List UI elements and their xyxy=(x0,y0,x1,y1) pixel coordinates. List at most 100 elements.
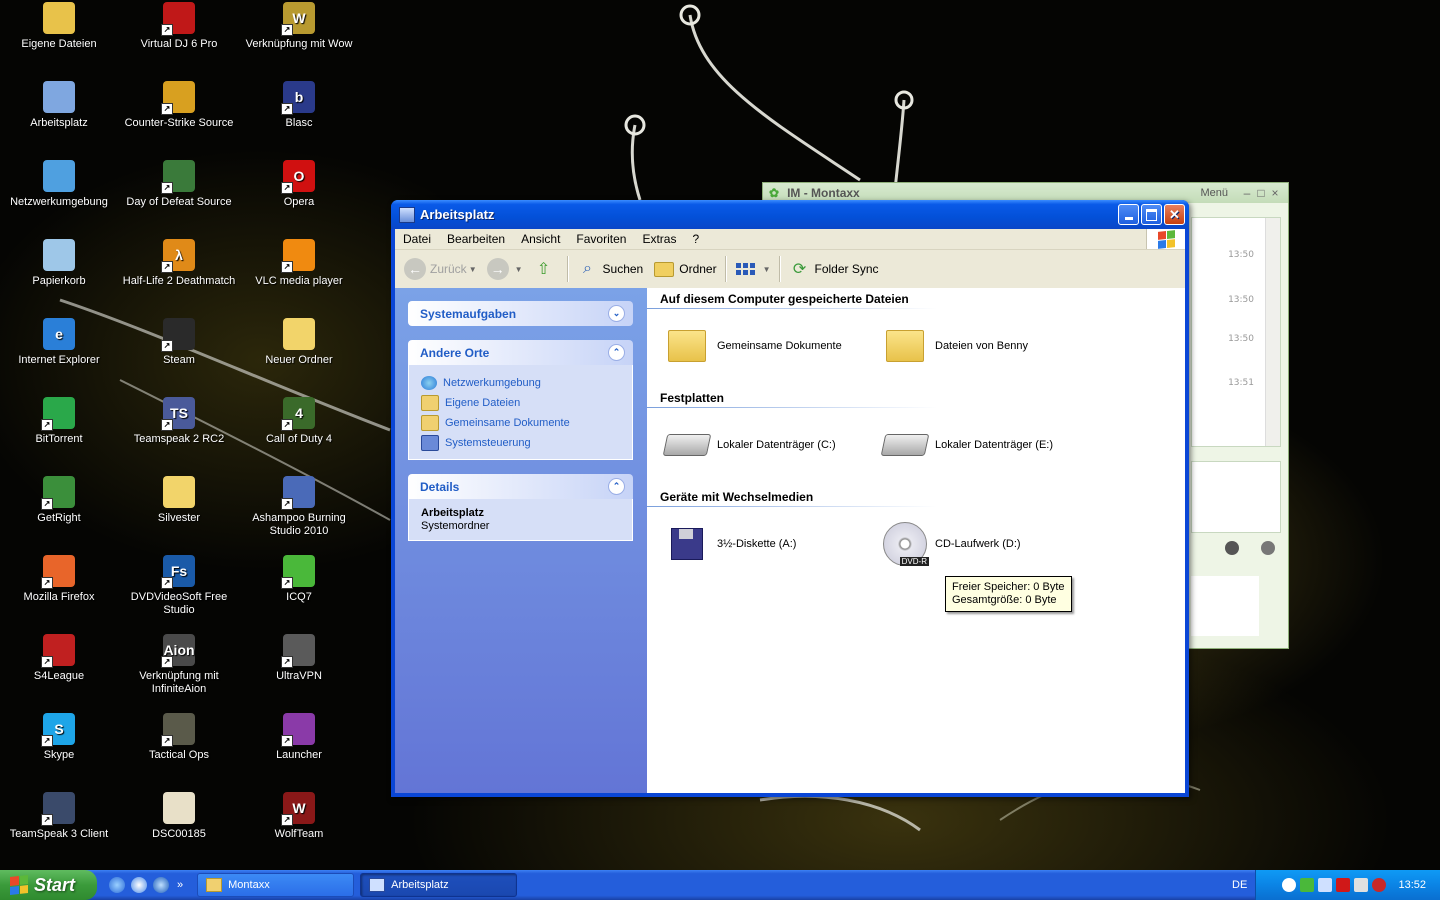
desktop-icon[interactable]: O ↗ Opera xyxy=(240,160,358,209)
shortcut-arrow-icon: ↗ xyxy=(161,577,173,589)
desktop-icon[interactable]: Aion ↗ Verknüpfung mit InfiniteAion xyxy=(120,634,238,696)
taskbar-button-arbeitsplatz[interactable]: Arbeitsplatz xyxy=(360,873,518,897)
minimize-button[interactable] xyxy=(1118,204,1139,225)
im-maximize-button[interactable]: □ xyxy=(1254,186,1268,200)
item-shared-documents[interactable]: Gemeinsame Dokumente xyxy=(665,324,842,368)
im-chat-area[interactable]: 13:50 13:50 13:50 13:51 xyxy=(1191,217,1281,447)
desktop-icon-label: Internet Explorer xyxy=(18,354,100,366)
desktop-icon[interactable]: e Internet Explorer xyxy=(0,318,118,367)
item-cd-drive[interactable]: DVD-R CD-Laufwerk (D:) xyxy=(883,522,1021,566)
desktop-icon[interactable]: ↗ GetRight xyxy=(0,476,118,525)
chevron-up-icon[interactable]: ⌃ xyxy=(608,478,625,495)
desktop-icon[interactable]: S ↗ Skype xyxy=(0,713,118,762)
desktop-icon[interactable]: W ↗ WolfTeam xyxy=(240,792,358,841)
link-control-panel[interactable]: Systemsteuerung xyxy=(421,433,622,453)
system-tasks-header[interactable]: Systemaufgaben ⌄ xyxy=(408,301,633,326)
desktop-icon[interactable]: 4 ↗ Call of Duty 4 xyxy=(240,397,358,446)
chevron-up-icon[interactable]: ⌃ xyxy=(608,344,625,361)
quick-launch-more-icon[interactable]: » xyxy=(177,879,183,891)
desktop-icon[interactable]: Netzwerkumgebung xyxy=(0,160,118,209)
back-button[interactable]: ← Zurück ▼ xyxy=(399,254,482,284)
link-my-documents[interactable]: Eigene Dateien xyxy=(421,393,622,413)
im-close-button[interactable]: × xyxy=(1268,186,1282,200)
desktop-icon[interactable]: ↗ Virtual DJ 6 Pro xyxy=(120,2,238,51)
desktop-icon[interactable]: W ↗ Verknüpfung mit Wow xyxy=(240,2,358,51)
desktop-icon[interactable]: ↗ Counter-Strike Source xyxy=(120,81,238,130)
desktop-icon[interactable]: ↗ Day of Defeat Source xyxy=(120,160,238,209)
language-indicator[interactable]: DE xyxy=(1232,879,1247,891)
close-button[interactable]: ✕ xyxy=(1164,204,1185,225)
desktop-icon[interactable]: ↗ TeamSpeak 3 Client xyxy=(0,792,118,841)
desktop-icon[interactable]: λ ↗ Half-Life 2 Deathmatch xyxy=(120,239,238,288)
volume-tray-icon[interactable] xyxy=(1354,878,1369,892)
tray-expand-icon[interactable] xyxy=(1282,878,1297,892)
item-benny-files[interactable]: Dateien von Benny xyxy=(883,324,1028,368)
quick-launch-ie-icon[interactable] xyxy=(153,877,169,893)
menu-file[interactable]: Datei xyxy=(395,232,439,246)
desktop-icon[interactable]: Neuer Ordner xyxy=(240,318,358,367)
folders-button[interactable]: Ordner xyxy=(648,254,721,284)
folder-sync-button[interactable]: ⟳ Folder Sync xyxy=(784,254,884,284)
item-drive-e[interactable]: Lokaler Datenträger (E:) xyxy=(880,423,1053,467)
im-minimize-button[interactable]: – xyxy=(1240,186,1254,200)
up-folder-button[interactable]: ⇧ xyxy=(528,254,564,284)
other-places-header[interactable]: Andere Orte ⌃ xyxy=(408,340,633,365)
item-drive-c[interactable]: Lokaler Datenträger (C:) xyxy=(662,423,836,467)
im-bottom-panel[interactable] xyxy=(1191,576,1259,636)
desktop-icon[interactable]: ↗ UltraVPN xyxy=(240,634,358,683)
menu-view[interactable]: Ansicht xyxy=(513,232,568,246)
ati-tray-icon[interactable] xyxy=(1336,878,1351,892)
link-shared-documents[interactable]: Gemeinsame Dokumente xyxy=(421,413,622,433)
menu-edit[interactable]: Bearbeiten xyxy=(439,232,513,246)
desktop-icon[interactable]: Papierkorb xyxy=(0,239,118,288)
details-header[interactable]: Details ⌃ xyxy=(408,474,633,499)
explorer-title-bar[interactable]: Arbeitsplatz ✕ xyxy=(391,200,1189,229)
im-timestamp: 13:50 xyxy=(1228,334,1254,344)
network-tray-icon[interactable] xyxy=(1318,878,1333,892)
chevron-down-icon: ▼ xyxy=(468,264,477,274)
im-menu-button[interactable]: Menü xyxy=(1200,187,1228,199)
link-label: Eigene Dateien xyxy=(445,397,521,409)
maximize-button[interactable] xyxy=(1141,204,1162,225)
desktop-icon[interactable]: ↗ VLC media player xyxy=(240,239,358,288)
desktop-icon[interactable]: ↗ Mozilla Firefox xyxy=(0,555,118,604)
menu-tools[interactable]: Extras xyxy=(634,232,684,246)
security-tray-icon[interactable] xyxy=(1372,878,1387,892)
desktop-icon[interactable]: Silvester xyxy=(120,476,238,525)
views-button[interactable]: ▼ xyxy=(730,254,776,284)
forward-button[interactable]: → ▼ xyxy=(482,254,528,284)
link-network[interactable]: Netzwerkumgebung xyxy=(421,373,622,393)
desktop-icon[interactable]: DSC00185 xyxy=(120,792,238,841)
recycle-bin-icon xyxy=(43,239,75,271)
menu-favorites[interactable]: Favoriten xyxy=(568,232,634,246)
desktop-icon[interactable]: b ↗ Blasc xyxy=(240,81,358,130)
clock[interactable]: 13:52 xyxy=(1398,879,1426,891)
quick-launch-browser-icon[interactable] xyxy=(109,877,125,893)
desktop-icon[interactable]: ↗ S4League xyxy=(0,634,118,683)
file-list[interactable]: Auf diesem Computer gespeicherte Dateien… xyxy=(647,288,1185,793)
im-emoticon-icon[interactable] xyxy=(1225,541,1239,555)
desktop-icon[interactable]: Eigene Dateien xyxy=(0,2,118,51)
desktop-icon[interactable]: Arbeitsplatz xyxy=(0,81,118,130)
desktop-icon[interactable]: Fs ↗ DVDVideoSoft Free Studio xyxy=(120,555,238,617)
im-settings-icon[interactable] xyxy=(1261,541,1275,555)
desktop-icon[interactable]: ↗ ICQ7 xyxy=(240,555,358,604)
im-input-area[interactable] xyxy=(1191,461,1281,533)
desktop-icon[interactable]: ↗ BitTorrent xyxy=(0,397,118,446)
desktop-icon[interactable]: ↗ Launcher xyxy=(240,713,358,762)
desktop-icon[interactable]: TS ↗ Teamspeak 2 RC2 xyxy=(120,397,238,446)
chevron-down-icon[interactable]: ⌄ xyxy=(608,305,625,322)
explorer-window[interactable]: Arbeitsplatz ✕ Datei Bearbeiten Ansicht … xyxy=(391,200,1189,797)
icq-tray-icon[interactable] xyxy=(1300,878,1315,892)
search-button[interactable]: ⌕ Suchen xyxy=(572,254,649,284)
im-timestamp: 13:51 xyxy=(1228,378,1254,388)
desktop-icon[interactable]: ↗ Ashampoo Burning Studio 2010 xyxy=(240,476,358,538)
taskbar-button-montaxx[interactable]: Montaxx xyxy=(197,873,355,897)
desktop-icon[interactable]: ↗ Steam xyxy=(120,318,238,367)
item-floppy[interactable]: 3½-Diskette (A:) xyxy=(665,522,796,566)
menu-help[interactable]: ? xyxy=(684,232,707,246)
quick-launch-media-icon[interactable] xyxy=(131,877,147,893)
im-scrollbar[interactable] xyxy=(1265,218,1280,446)
start-button[interactable]: Start xyxy=(0,870,97,900)
desktop-icon[interactable]: ↗ Tactical Ops xyxy=(120,713,238,762)
